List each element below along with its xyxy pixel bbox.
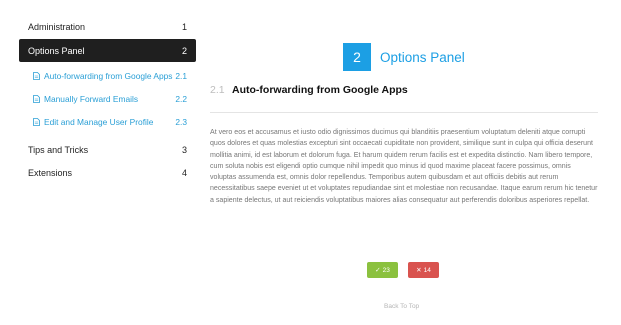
- sidebar-subitem-label: Edit and Manage User Profile: [44, 116, 154, 127]
- sidebar-item-number: 1: [181, 21, 187, 32]
- sidebar-item-tips-and-tricks[interactable]: Tips and Tricks 3: [19, 138, 196, 161]
- vote-up-button[interactable]: ✓ 23: [367, 262, 398, 278]
- close-icon: ✕: [416, 267, 422, 274]
- sidebar-subitem-auto-forwarding[interactable]: Auto-forwarding from Google Apps 2.1: [19, 64, 196, 87]
- document-icon: [33, 117, 40, 126]
- sidebar-item-number: 2: [181, 45, 187, 56]
- sidebar-item-number: 3: [181, 144, 187, 155]
- vote-buttons: ✓ 23 ✕ 14: [367, 262, 439, 278]
- sidebar-item-options-panel[interactable]: Options Panel 2: [19, 39, 196, 62]
- sidebar-subitem-number: 2.1: [175, 70, 187, 81]
- section-divider: [210, 112, 598, 113]
- chapter-heading: 2 Options Panel: [343, 43, 465, 71]
- section-heading: 2.1 Auto-forwarding from Google Apps: [210, 84, 598, 96]
- section-number: 2.1: [210, 84, 225, 96]
- chapter-number-badge: 2: [343, 43, 371, 71]
- sidebar-subitem-number: 2.3: [175, 116, 187, 127]
- sidebar: Administration 1 Options Panel 2 Auto-fo…: [19, 15, 196, 184]
- sidebar-item-number: 4: [181, 167, 187, 178]
- section-title: Auto-forwarding from Google Apps: [232, 84, 408, 96]
- sidebar-subitem-manually-forward[interactable]: Manually Forward Emails 2.2: [19, 87, 196, 110]
- vote-up-count: 23: [382, 266, 390, 274]
- sidebar-item-administration[interactable]: Administration 1: [19, 15, 196, 38]
- sidebar-subitem-edit-profile[interactable]: Edit and Manage User Profile 2.3: [19, 110, 196, 133]
- article-body: At vero eos et accusamus et iusto odio d…: [210, 129, 598, 204]
- back-to-top-link[interactable]: Back To Top: [384, 303, 419, 310]
- vote-down-button[interactable]: ✕ 14: [408, 262, 439, 278]
- sidebar-item-label: Options Panel: [28, 45, 85, 56]
- sidebar-subitem-label: Manually Forward Emails: [44, 93, 139, 104]
- document-icon: [33, 94, 40, 103]
- main-content: 2 Options Panel 2.1 Auto-forwarding from…: [210, 0, 598, 325]
- document-icon: [33, 71, 40, 80]
- sidebar-item-label: Tips and Tricks: [28, 144, 89, 155]
- vote-down-count: 14: [423, 266, 431, 274]
- sidebar-item-label: Extensions: [28, 167, 73, 178]
- sidebar-item-extensions[interactable]: Extensions 4: [19, 161, 196, 184]
- check-icon: ✓: [375, 267, 381, 274]
- sidebar-subitem-label: Auto-forwarding from Google Apps: [44, 70, 173, 81]
- sidebar-item-label: Administration: [28, 21, 86, 32]
- sidebar-subitem-number: 2.2: [175, 93, 187, 104]
- chapter-title: Options Panel: [380, 49, 465, 65]
